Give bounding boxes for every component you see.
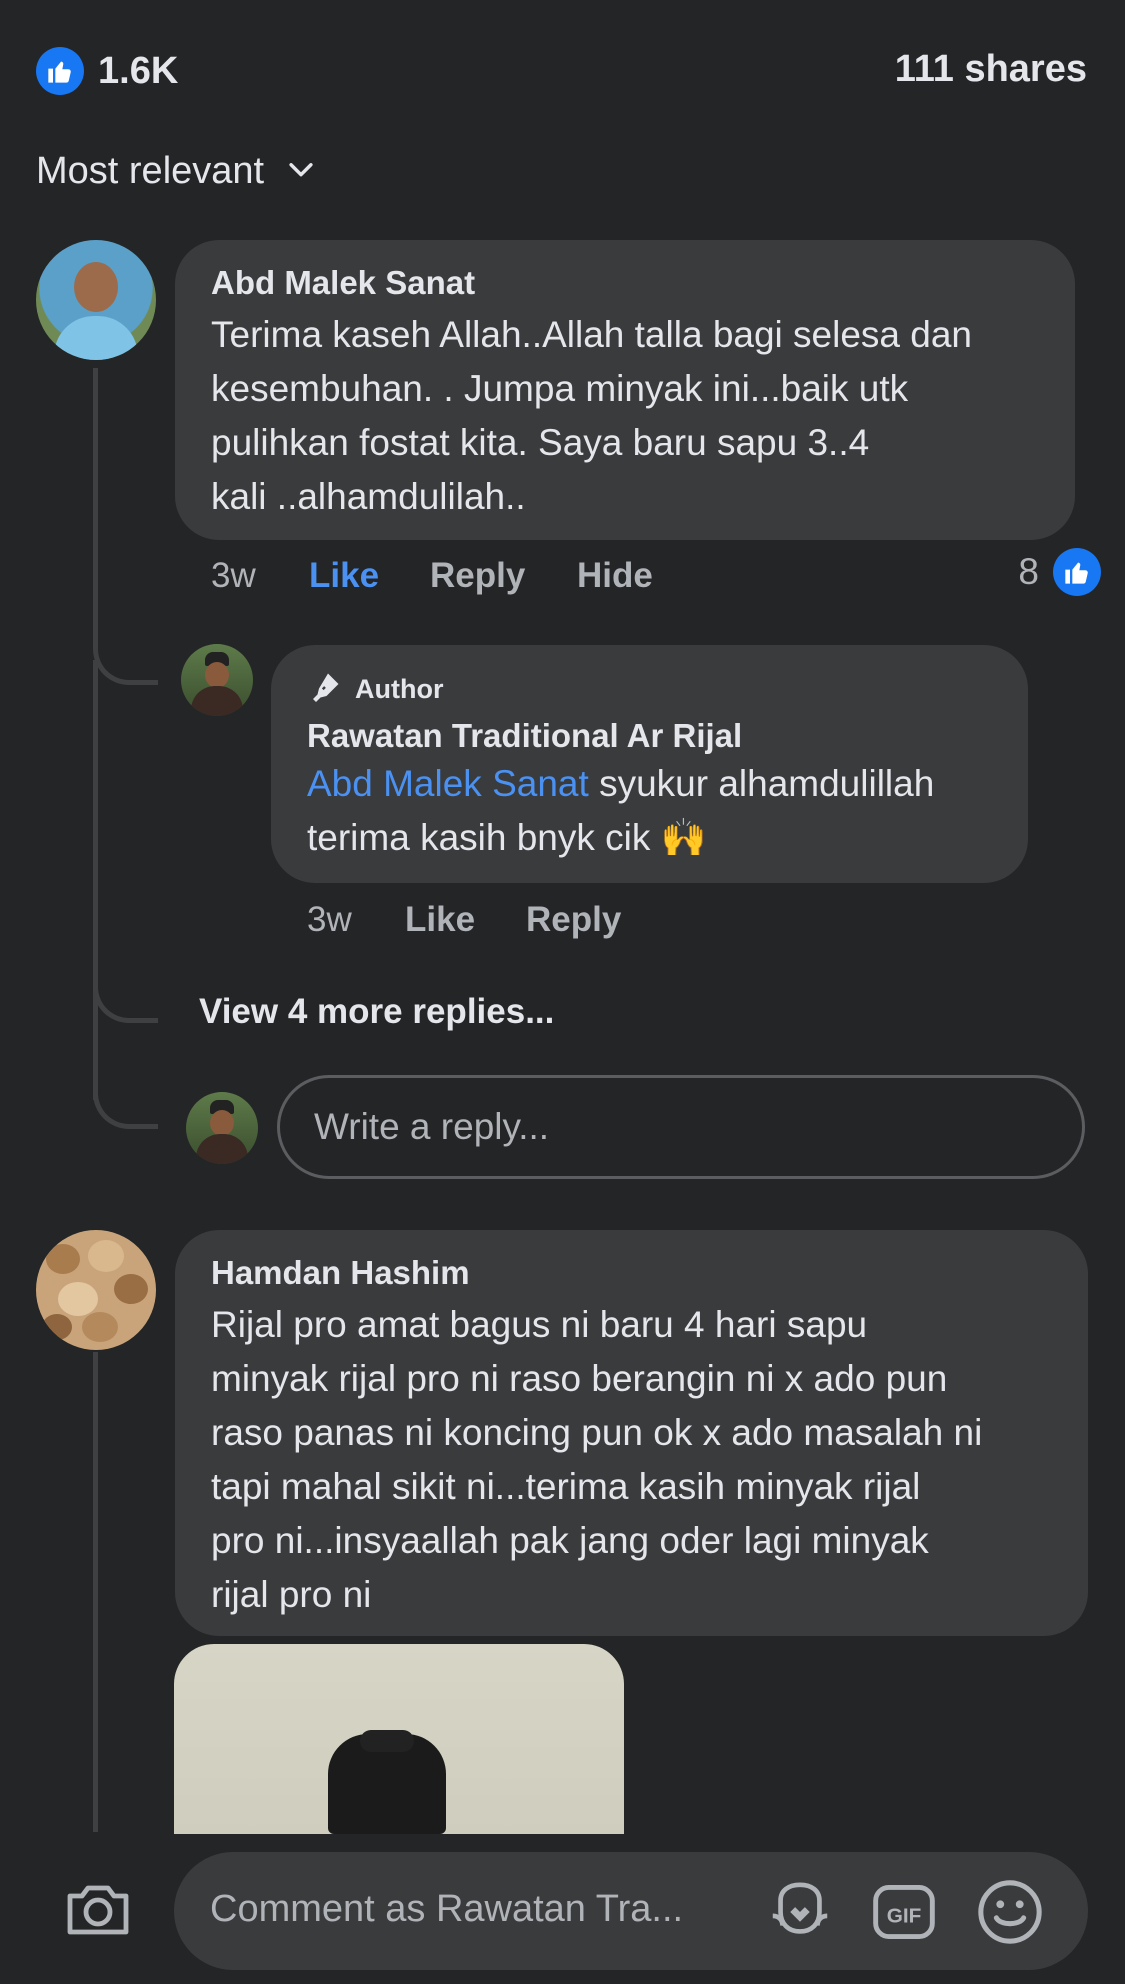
comment-input-placeholder: Comment as Rawatan Tra... bbox=[210, 1888, 684, 1930]
comment-text-line: kesembuhan. . Jumpa minyak ini...baik ut… bbox=[211, 368, 909, 409]
reaction-summary[interactable]: 8 bbox=[1018, 548, 1101, 596]
mention-link[interactable]: Abd Malek Sanat bbox=[307, 763, 589, 804]
avatar bbox=[186, 1092, 258, 1164]
thread-connector bbox=[93, 600, 158, 685]
comment-text-line: minyak rijal pro ni raso berangin ni x a… bbox=[211, 1358, 948, 1399]
bottle-cap-top bbox=[360, 1730, 414, 1752]
comment-text-line: rijal pro ni bbox=[211, 1574, 372, 1615]
comment-text-line: Terima kaseh Allah..Allah talla bagi sel… bbox=[211, 314, 973, 355]
author-badge-label: Author bbox=[355, 674, 444, 704]
like-button[interactable]: Like bbox=[405, 900, 475, 940]
comment-text-line: Rijal pro amat bagus ni baru 4 hari sapu bbox=[211, 1304, 868, 1345]
comment-bubble: Hamdan Hashim Rijal pro amat bagus ni ba… bbox=[175, 1230, 1088, 1636]
comment-text-line: pro ni...insyaallah pak jang oder lagi m… bbox=[211, 1520, 929, 1561]
comment-input[interactable]: Comment as Rawatan Tra... GIF bbox=[174, 1852, 1088, 1970]
author-badge: Author bbox=[307, 669, 443, 710]
pen-icon bbox=[307, 669, 343, 710]
avatar[interactable] bbox=[36, 1230, 156, 1350]
chevron-down-icon bbox=[284, 152, 318, 191]
comment-photo[interactable] bbox=[174, 1644, 624, 1834]
like-button[interactable]: Like bbox=[309, 556, 379, 596]
thread-line bbox=[93, 1352, 98, 1832]
reply-text: Abd Malek Sanat syukur alhamdulillah ter… bbox=[307, 757, 1007, 865]
hide-button[interactable]: Hide bbox=[577, 556, 653, 596]
reply-text-fragment: terima kasih bnyk cik bbox=[307, 817, 651, 858]
reply-text-fragment: syukur alhamdulillah bbox=[588, 763, 935, 804]
comment-text-line: pulihkan fostat kita. Saya baru sapu 3..… bbox=[211, 422, 870, 463]
reaction-count: 8 bbox=[1018, 551, 1039, 592]
raising-hands-emoji: 🙌 bbox=[660, 817, 707, 858]
smiley-icon[interactable] bbox=[974, 1876, 1046, 1948]
reply-text-line: terima kasih bnyk cik 🙌 bbox=[307, 811, 1007, 865]
like-thumb-icon bbox=[1053, 548, 1101, 596]
thread-connector bbox=[93, 1060, 158, 1129]
reply-author[interactable]: Rawatan Traditional Ar Rijal bbox=[307, 717, 742, 755]
thread-connector bbox=[93, 960, 158, 1023]
composer-bar: Comment as Rawatan Tra... GIF bbox=[0, 1834, 1125, 1984]
sort-filter-label: Most relevant bbox=[36, 150, 265, 192]
reactions-summary[interactable]: 1.6K bbox=[36, 46, 178, 96]
reply-input-placeholder: Write a reply... bbox=[314, 1106, 550, 1147]
avatar-frame-icon[interactable] bbox=[764, 1876, 836, 1948]
reply-text-line: Abd Malek Sanat syukur alhamdulillah bbox=[307, 757, 1007, 811]
comment-text-line: kali ..alhamdulilah.. bbox=[211, 476, 526, 517]
camera-icon[interactable] bbox=[58, 1876, 138, 1944]
sort-filter-dropdown[interactable]: Most relevant bbox=[36, 150, 318, 193]
comment-text-line: raso panas ni koncing pun ok x ado masal… bbox=[211, 1412, 983, 1453]
reply-input[interactable]: Write a reply... bbox=[277, 1075, 1085, 1179]
comment-time: 3w bbox=[211, 556, 256, 595]
comment-author[interactable]: Abd Malek Sanat bbox=[211, 264, 475, 302]
svg-text:GIF: GIF bbox=[887, 1904, 922, 1927]
reply-button[interactable]: Reply bbox=[430, 556, 525, 596]
reply-bubble: Author Rawatan Traditional Ar Rijal Abd … bbox=[271, 645, 1028, 883]
view-more-replies-link[interactable]: View 4 more replies... bbox=[199, 992, 554, 1032]
shares-count[interactable]: 111 shares bbox=[895, 48, 1087, 91]
comment-text-line: tapi mahal sikit ni...terima kasih minya… bbox=[211, 1466, 921, 1507]
reply-time: 3w bbox=[307, 900, 352, 939]
reply-button[interactable]: Reply bbox=[526, 900, 621, 940]
comment-bubble: Abd Malek Sanat Terima kaseh Allah..Alla… bbox=[175, 240, 1075, 540]
avatar[interactable] bbox=[36, 240, 156, 360]
gif-icon[interactable]: GIF bbox=[868, 1876, 940, 1948]
avatar[interactable] bbox=[181, 644, 253, 716]
like-thumb-icon bbox=[36, 47, 84, 95]
like-count: 1.6K bbox=[98, 49, 179, 92]
comment-author[interactable]: Hamdan Hashim bbox=[211, 1254, 470, 1292]
comment-text: Terima kaseh Allah..Allah talla bagi sel… bbox=[211, 308, 1061, 524]
comment-text: Rijal pro amat bagus ni baru 4 hari sapu… bbox=[211, 1298, 1081, 1622]
